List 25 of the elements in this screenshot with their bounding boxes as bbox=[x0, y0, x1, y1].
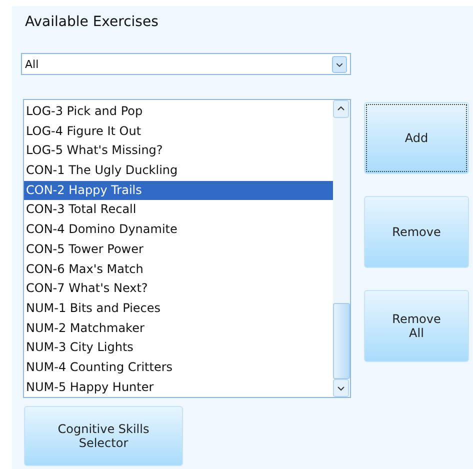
exercise-item[interactable]: NUM-3 City Lights bbox=[24, 338, 333, 358]
add-button[interactable]: Add bbox=[364, 102, 469, 174]
cognitive-skills-selector-button[interactable]: Cognitive Skills Selector bbox=[24, 406, 183, 466]
remove-all-button[interactable]: Remove All bbox=[364, 290, 469, 362]
exercise-item[interactable]: LOG-4 Figure It Out bbox=[24, 122, 333, 142]
exercise-item[interactable]: CON-7 What's Next? bbox=[24, 279, 333, 299]
exercise-item[interactable]: NUM-4 Counting Critters bbox=[24, 358, 333, 378]
section-title: Available Exercises bbox=[25, 14, 160, 32]
scroll-thumb[interactable] bbox=[333, 303, 350, 379]
exercise-item[interactable]: CON-2 Happy Trails bbox=[24, 180, 333, 200]
exercise-item[interactable]: CON-3 Total Recall bbox=[24, 200, 333, 220]
exercise-item[interactable]: CON-4 Domino Dynamite bbox=[24, 220, 333, 240]
exercise-item[interactable]: LOG-5 What's Missing? bbox=[24, 141, 333, 162]
exercise-item[interactable]: LOG-3 Pick and Pop bbox=[24, 102, 333, 122]
exercise-item[interactable]: CON-6 Max's Match bbox=[24, 260, 333, 280]
scroll-down-icon[interactable] bbox=[333, 379, 349, 397]
exercise-item[interactable]: CON-5 Tower Power bbox=[24, 240, 333, 260]
exercise-item[interactable]: NUM-1 Bits and Pieces bbox=[24, 298, 333, 319]
exercise-item[interactable]: NUM-2 Matchmaker bbox=[24, 318, 333, 338]
filter-dropdown[interactable]: All bbox=[21, 53, 351, 75]
exercise-item[interactable]: NUM-5 Happy Hunter bbox=[24, 378, 333, 398]
exercise-item[interactable]: CON-1 The Ugly Duckling bbox=[24, 161, 333, 181]
scroll-up-icon[interactable] bbox=[333, 100, 349, 118]
remove-button[interactable]: Remove bbox=[364, 196, 469, 268]
scrollbar[interactable] bbox=[333, 100, 350, 397]
